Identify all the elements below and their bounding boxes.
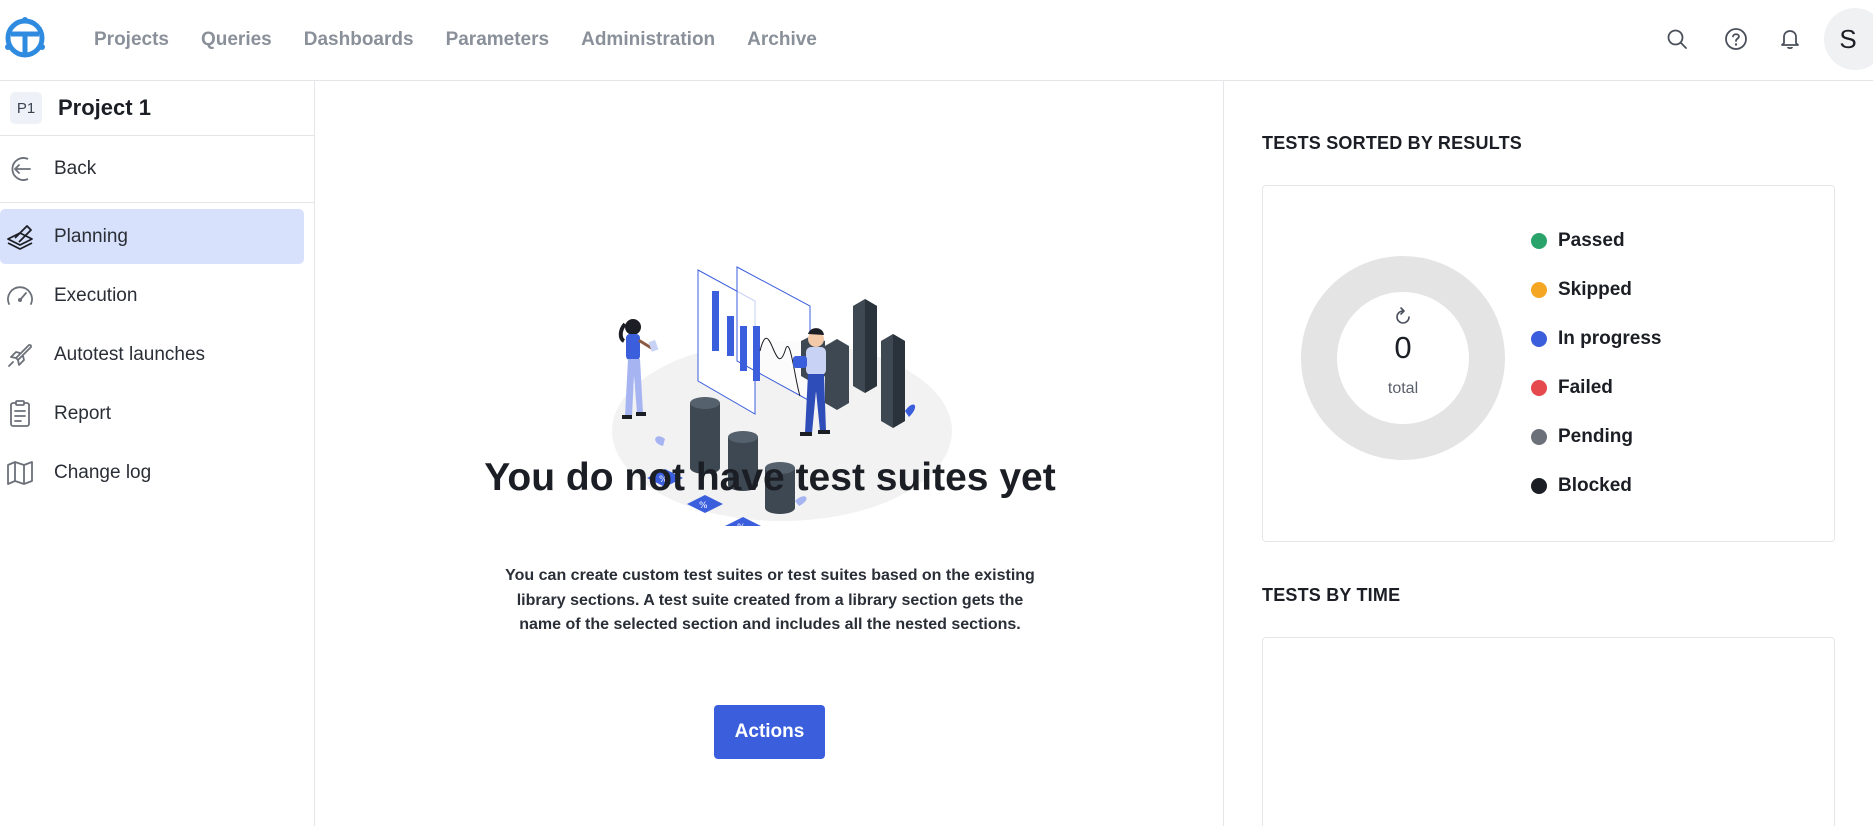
legend-item-blocked: Blocked <box>1531 461 1661 510</box>
bell-icon[interactable] <box>1776 25 1804 53</box>
legend-item-skipped: Skipped <box>1531 265 1661 314</box>
empty-state-title: You do not have test suites yet <box>484 456 1056 499</box>
empty-state-description: You can create custom test suites or tes… <box>505 567 1035 633</box>
svg-text:%: % <box>737 523 746 526</box>
sidebar: P1 Project 1 Back Planning Execution Aut… <box>0 81 315 826</box>
nav-dashboards[interactable]: Dashboards <box>304 29 414 51</box>
legend-label: Pending <box>1558 425 1633 447</box>
back-arrow-icon <box>4 153 36 185</box>
sidebar-item-change-log[interactable]: Change log <box>0 445 304 500</box>
stats-panel: TESTS SORTED BY RESULTS 0 total Passed S… <box>1223 81 1873 826</box>
planning-icon <box>4 221 36 253</box>
main-nav: Projects Queries Dashboards Parameters A… <box>94 0 849 79</box>
nav-projects[interactable]: Projects <box>94 29 169 51</box>
sidebar-item-label: Report <box>54 402 112 424</box>
legend-dot <box>1531 232 1547 249</box>
legend-item-passed: Passed <box>1531 216 1661 265</box>
legend-label: In progress <box>1558 327 1662 349</box>
project-badge: P1 <box>10 92 42 124</box>
legend-dot <box>1531 281 1547 298</box>
sidebar-item-report[interactable]: Report <box>0 386 304 441</box>
nav-administration[interactable]: Administration <box>581 29 715 51</box>
rocket-icon <box>4 339 36 371</box>
main-content: % % % You do not <box>315 81 1223 826</box>
time-card <box>1262 637 1835 826</box>
svg-text:%: % <box>699 501 708 511</box>
legend-dot <box>1531 379 1547 396</box>
sidebar-item-label: Execution <box>54 284 138 306</box>
speedometer-icon <box>4 280 36 312</box>
nav-queries[interactable]: Queries <box>201 29 272 51</box>
legend-label: Passed <box>1558 229 1625 251</box>
avatar[interactable]: S <box>1824 8 1873 70</box>
legend-item-pending: Pending <box>1531 412 1661 461</box>
sidebar-item-execution[interactable]: Execution <box>0 268 304 323</box>
project-header: P1 Project 1 <box>0 81 314 136</box>
legend-dot <box>1531 428 1547 445</box>
sidebar-item-label: Autotest launches <box>54 343 206 365</box>
top-bar: Projects Queries Dashboards Parameters A… <box>0 0 1873 81</box>
help-icon[interactable] <box>1722 25 1750 53</box>
legend-item-in-progress: In progress <box>1531 314 1661 363</box>
nav-archive[interactable]: Archive <box>747 29 817 51</box>
results-card: 0 total Passed Skipped In progress Faile… <box>1262 185 1835 542</box>
time-section-title: TESTS BY TIME <box>1262 585 1401 605</box>
legend-label: Skipped <box>1558 278 1632 300</box>
legend-label: Blocked <box>1558 474 1632 496</box>
results-legend: Passed Skipped In progress Failed Pendin… <box>1531 216 1661 510</box>
map-icon <box>4 457 36 489</box>
project-name: Project 1 <box>58 95 151 120</box>
app-logo-icon[interactable] <box>4 17 46 59</box>
search-icon[interactable] <box>1663 25 1691 53</box>
total-value: 0 <box>1394 330 1412 365</box>
clipboard-icon <box>4 398 36 430</box>
legend-dot <box>1531 477 1547 494</box>
actions-button[interactable]: Actions <box>714 705 825 759</box>
sidebar-item-autotest-launches[interactable]: Autotest launches <box>0 327 304 382</box>
legend-dot <box>1531 330 1547 347</box>
nav-parameters[interactable]: Parameters <box>446 29 550 51</box>
refresh-icon[interactable] <box>1392 306 1414 328</box>
back-label: Back <box>54 158 97 179</box>
total-label: total <box>1387 380 1419 397</box>
legend-label: Failed <box>1558 376 1613 398</box>
sidebar-item-label: Planning <box>54 225 128 247</box>
legend-item-failed: Failed <box>1531 363 1661 412</box>
sidebar-item-label: Change log <box>54 461 152 483</box>
results-section-title: TESTS SORTED BY RESULTS <box>1262 133 1522 153</box>
back-button[interactable]: Back <box>0 142 96 197</box>
sidebar-item-planning[interactable]: Planning <box>0 209 304 264</box>
